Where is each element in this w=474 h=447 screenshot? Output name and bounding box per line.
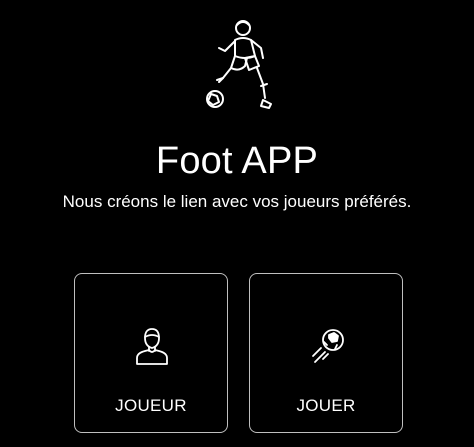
footballer-icon [206,20,272,109]
kicked-ball-icon [312,329,344,363]
player-avatar-icon [136,328,168,365]
app-subtitle: Nous créons le lien avec vos joueurs pré… [62,192,412,211]
joueur-card-button[interactable]: JOUEUR [74,273,228,433]
jouer-label: JOUER [296,396,356,415]
joueur-label: JOUEUR [115,396,187,415]
app-title: Foot APP [155,140,319,182]
jouer-card-button[interactable]: JOUER [249,273,403,433]
